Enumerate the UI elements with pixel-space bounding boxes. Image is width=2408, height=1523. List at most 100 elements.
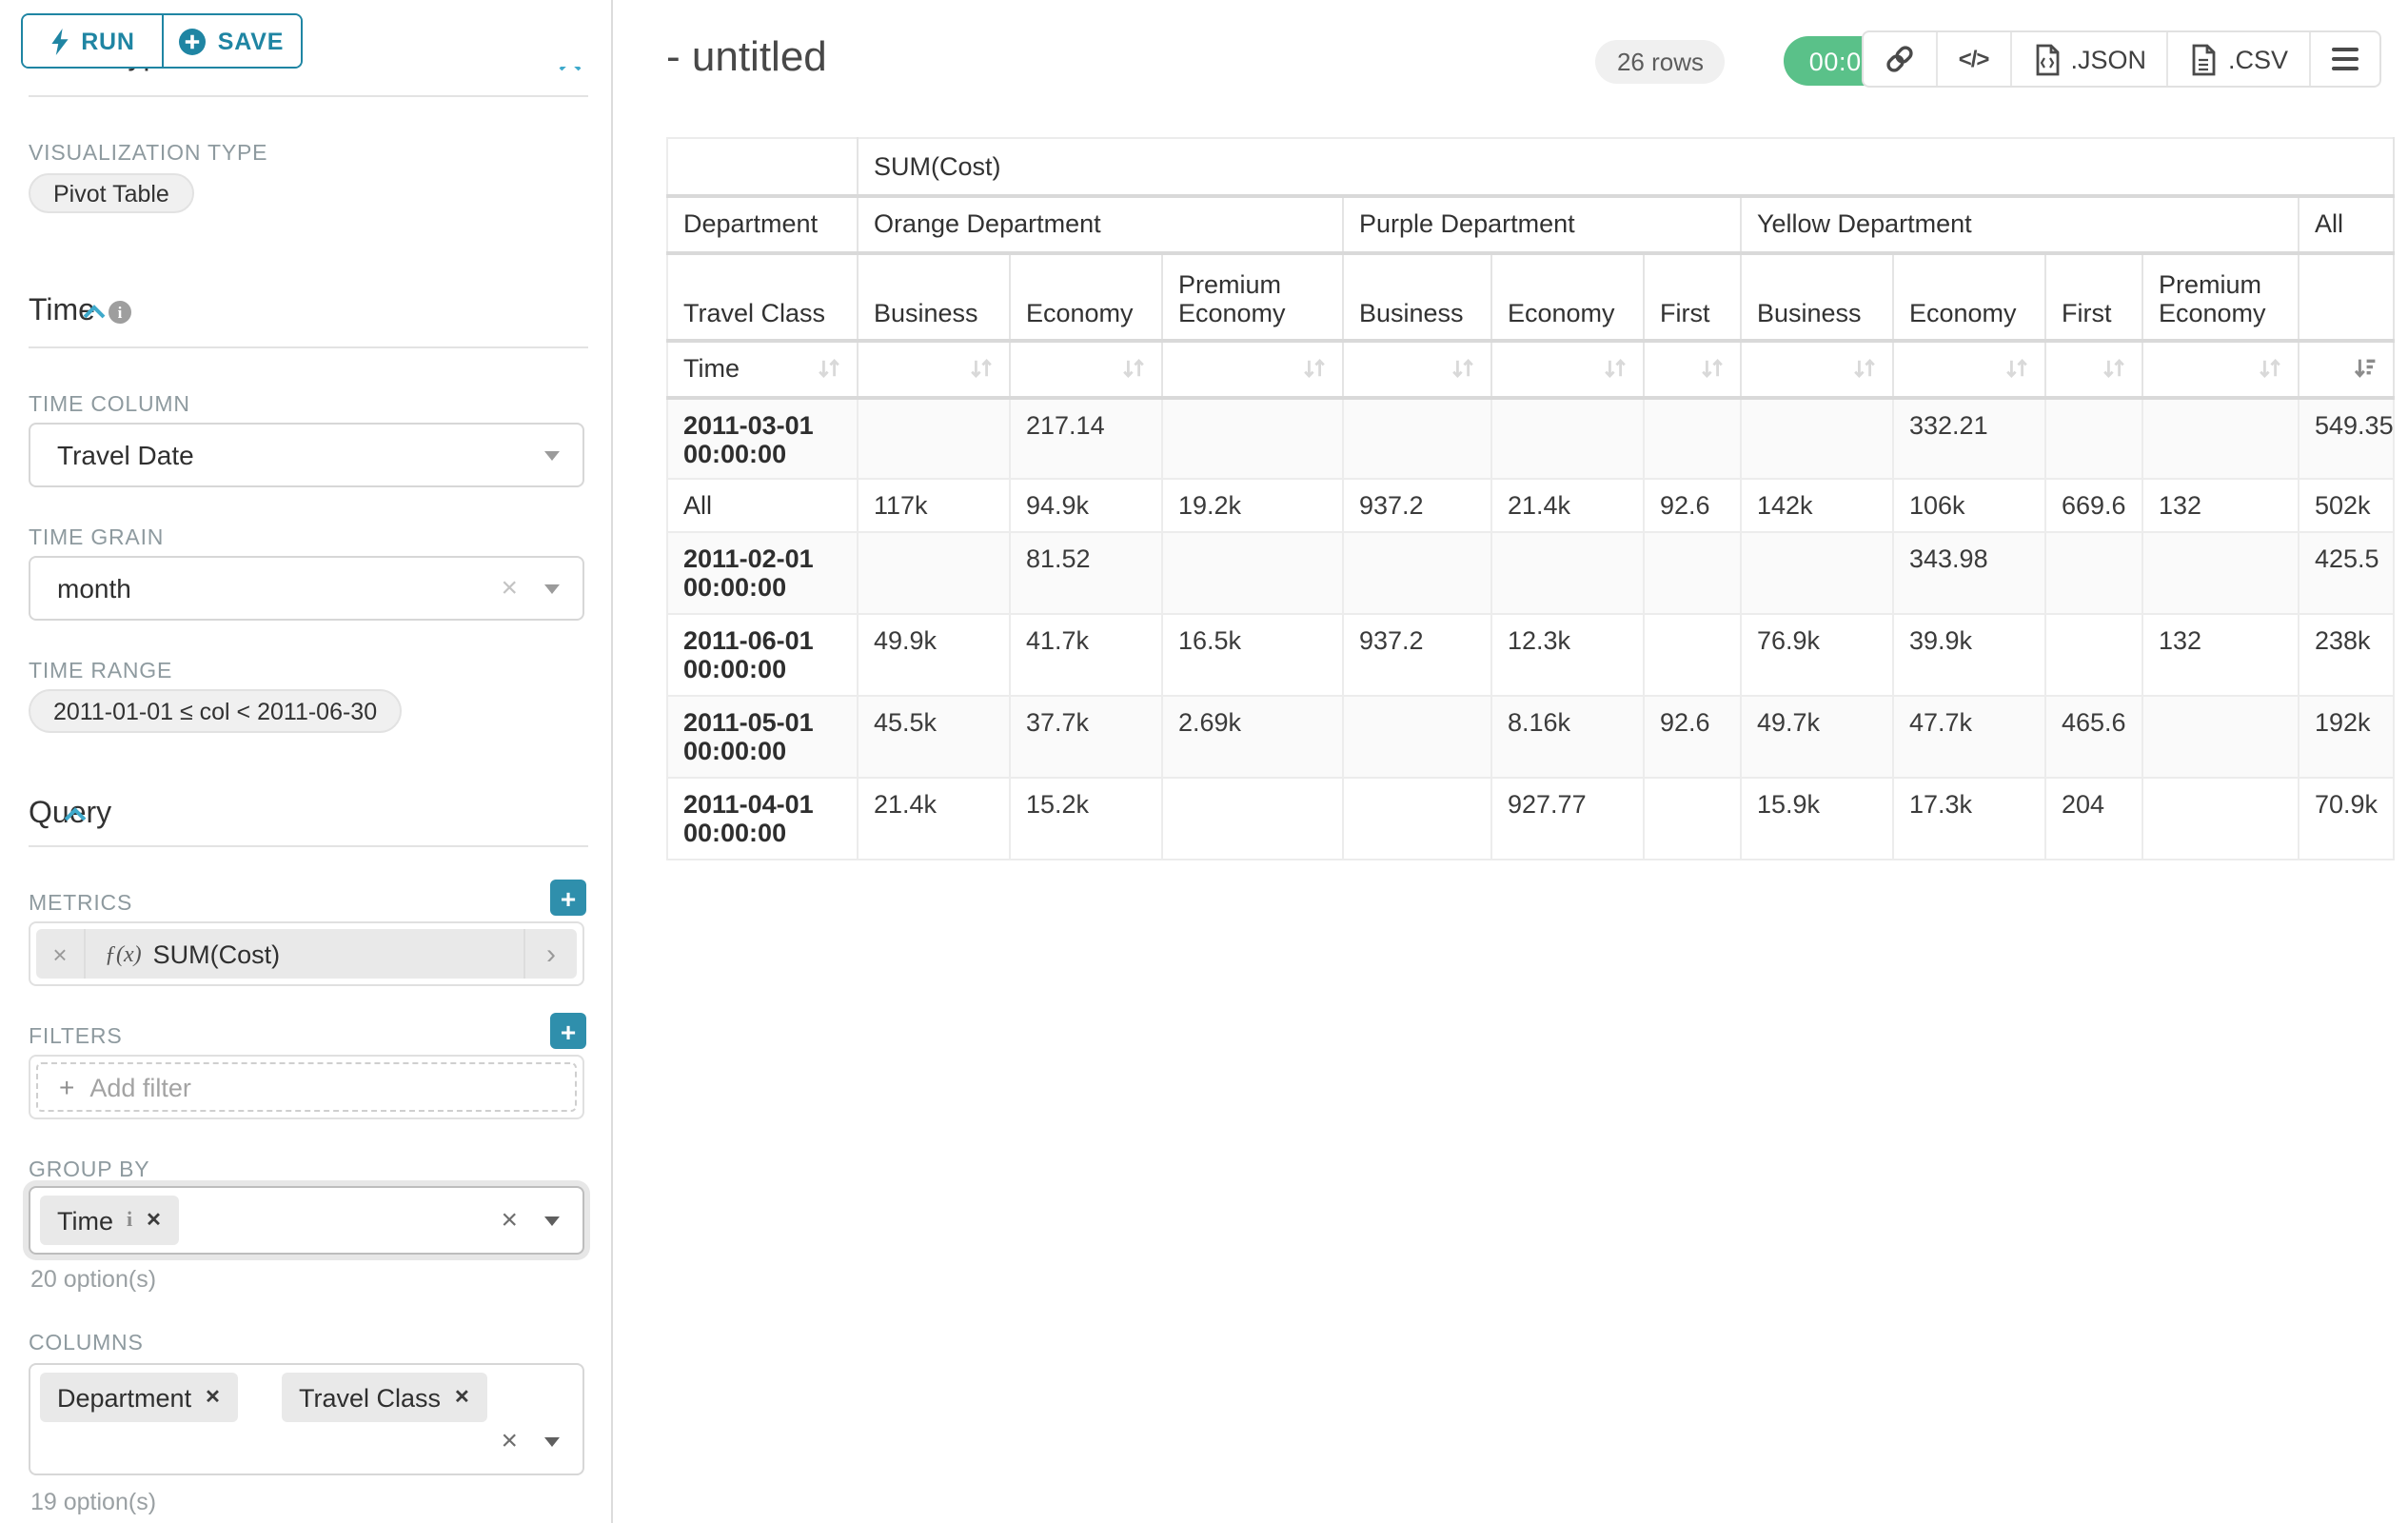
plus-circle-icon bbox=[180, 28, 207, 54]
column-sort-header[interactable] bbox=[1491, 340, 1644, 397]
column-sort-header[interactable] bbox=[1893, 340, 2045, 397]
class-header: Economy bbox=[1893, 252, 2045, 340]
visualization-type-chip[interactable]: Pivot Table bbox=[29, 173, 194, 213]
time-range-chip[interactable]: 2011-01-01 ≤ col < 2011-06-30 bbox=[29, 689, 402, 733]
cell: 425.5 bbox=[2299, 532, 2394, 614]
column-sort-header[interactable] bbox=[1010, 340, 1162, 397]
time-range-label: TIME RANGE bbox=[29, 661, 172, 683]
table-row: 2011-05-01 00:00:00 45.5k 37.7k 2.69k 8.… bbox=[667, 696, 2394, 778]
remove-metric-icon[interactable]: × bbox=[36, 929, 86, 979]
column-sort-header-active-desc[interactable] bbox=[2299, 340, 2394, 397]
export-json-button[interactable]: .JSON bbox=[2009, 32, 2167, 86]
dept-group-purple: Purple Department bbox=[1343, 195, 1741, 252]
cell: 465.6 bbox=[2045, 696, 2142, 778]
cell bbox=[2142, 397, 2299, 479]
columns-tag-department[interactable]: Department ✕ bbox=[40, 1373, 238, 1422]
column-sort-header[interactable] bbox=[858, 340, 1010, 397]
query-section-collapse-chevron[interactable] bbox=[62, 798, 87, 832]
cell: 81.52 bbox=[1010, 532, 1162, 614]
chevron-down-icon[interactable] bbox=[544, 451, 560, 461]
remove-tag-icon[interactable]: ✕ bbox=[454, 1387, 470, 1408]
more-menu-button[interactable] bbox=[2309, 32, 2379, 86]
clear-icon[interactable]: × bbox=[501, 1206, 518, 1235]
sort-icon bbox=[1603, 356, 1628, 381]
group-by-label: GROUP BY bbox=[29, 1159, 149, 1182]
cell: 92.6 bbox=[1644, 696, 1741, 778]
row-header: All bbox=[667, 479, 858, 532]
app-root: RUN SAVE Chart Type VISUALIZATION TYPE P… bbox=[0, 0, 2408, 1523]
cell bbox=[1644, 532, 1741, 614]
save-button[interactable]: SAVE bbox=[161, 15, 301, 67]
export-csv-button[interactable]: .CSV bbox=[2167, 32, 2309, 86]
fx-icon: ƒ(x) bbox=[105, 940, 142, 968]
time-axis-label: Time bbox=[683, 354, 740, 383]
column-sort-header[interactable] bbox=[1644, 340, 1741, 397]
chevron-down-icon[interactable] bbox=[544, 1437, 560, 1447]
cell: 937.2 bbox=[1343, 479, 1491, 532]
cell: 41.7k bbox=[1010, 614, 1162, 696]
time-grain-value: month bbox=[57, 573, 131, 603]
group-by-tag[interactable]: Time i ✕ bbox=[40, 1196, 179, 1245]
metrics-box: × ƒ(x) SUM(Cost) › bbox=[29, 921, 584, 986]
sort-icon bbox=[817, 356, 841, 381]
columns-select[interactable]: Department ✕ Travel Class ✕ × bbox=[29, 1363, 584, 1475]
remove-tag-icon[interactable]: ✕ bbox=[146, 1210, 162, 1231]
cell: 8.16k bbox=[1491, 696, 1644, 778]
clear-icon[interactable]: × bbox=[501, 1427, 518, 1455]
row-header: 2011-05-01 00:00:00 bbox=[667, 696, 858, 778]
time-sort-header[interactable]: Time bbox=[667, 340, 858, 397]
time-grain-select[interactable]: month × bbox=[29, 556, 584, 621]
clear-icon[interactable]: × bbox=[501, 574, 518, 603]
chevron-down-icon[interactable] bbox=[544, 584, 560, 594]
divider bbox=[29, 346, 588, 348]
cell: 204 bbox=[2045, 778, 2142, 860]
export-toolbar: </> .JSON .CSV bbox=[1862, 30, 2381, 88]
metrics-label: METRICS bbox=[29, 893, 132, 916]
divider bbox=[29, 95, 588, 97]
column-sort-header[interactable] bbox=[2142, 340, 2299, 397]
share-link-button[interactable] bbox=[1864, 32, 1936, 86]
plus-icon: + bbox=[59, 1072, 74, 1102]
cell: 92.6 bbox=[1644, 479, 1741, 532]
remove-tag-icon[interactable]: ✕ bbox=[205, 1387, 221, 1408]
chevron-down-icon[interactable] bbox=[544, 1216, 560, 1226]
view-query-button[interactable]: </> bbox=[1936, 32, 2010, 86]
column-sort-header[interactable] bbox=[1741, 340, 1893, 397]
column-sort-header[interactable] bbox=[1162, 340, 1343, 397]
add-filter-plus-button[interactable]: + bbox=[550, 1013, 586, 1049]
cell: 549.35 bbox=[2299, 397, 2394, 479]
filters-label: FILTERS bbox=[29, 1026, 122, 1049]
cell: 132 bbox=[2142, 614, 2299, 696]
sort-icon bbox=[2102, 356, 2126, 381]
cell: 332.21 bbox=[1893, 397, 2045, 479]
cell: 70.9k bbox=[2299, 778, 2394, 860]
table-row: 2011-02-01 00:00:00 81.52 343.98 425.5 bbox=[667, 532, 2394, 614]
cell bbox=[1644, 614, 1741, 696]
chart-title[interactable]: - untitled bbox=[666, 32, 827, 82]
chart-area: - untitled 26 rows 00:00:00.18 </> .JSON… bbox=[615, 0, 2408, 1523]
metric-pill[interactable]: × ƒ(x) SUM(Cost) › bbox=[36, 929, 577, 979]
column-sort-header[interactable] bbox=[2045, 340, 2142, 397]
time-column-select[interactable]: Travel Date bbox=[29, 423, 584, 487]
chart-type-collapse-chevron[interactable] bbox=[558, 67, 584, 74]
cell bbox=[2142, 696, 2299, 778]
run-button[interactable]: RUN bbox=[23, 15, 161, 67]
dept-group-orange: Orange Department bbox=[858, 195, 1343, 252]
table-row: 2011-06-01 00:00:00 49.9k 41.7k 16.5k 93… bbox=[667, 614, 2394, 696]
column-sort-header[interactable] bbox=[1343, 340, 1491, 397]
columns-tag-travel-class[interactable]: Travel Class ✕ bbox=[282, 1373, 487, 1422]
chevron-right-icon[interactable]: › bbox=[523, 929, 577, 979]
cell bbox=[1162, 778, 1343, 860]
add-metric-button[interactable]: + bbox=[550, 880, 586, 916]
group-by-select[interactable]: Time i ✕ × bbox=[29, 1186, 584, 1255]
cell bbox=[1343, 778, 1491, 860]
row-header: 2011-04-01 00:00:00 bbox=[667, 778, 858, 860]
class-header: Economy bbox=[1491, 252, 1644, 340]
cell bbox=[858, 397, 1010, 479]
cell: 238k bbox=[2299, 614, 2394, 696]
time-section-collapse-chevron[interactable] bbox=[82, 295, 107, 329]
cell bbox=[1491, 397, 1644, 479]
cell: 39.9k bbox=[1893, 614, 2045, 696]
add-filter-button[interactable]: + Add filter bbox=[36, 1062, 577, 1112]
travel-class-header-row: Travel Class Business Economy Premium Ec… bbox=[667, 252, 2394, 340]
